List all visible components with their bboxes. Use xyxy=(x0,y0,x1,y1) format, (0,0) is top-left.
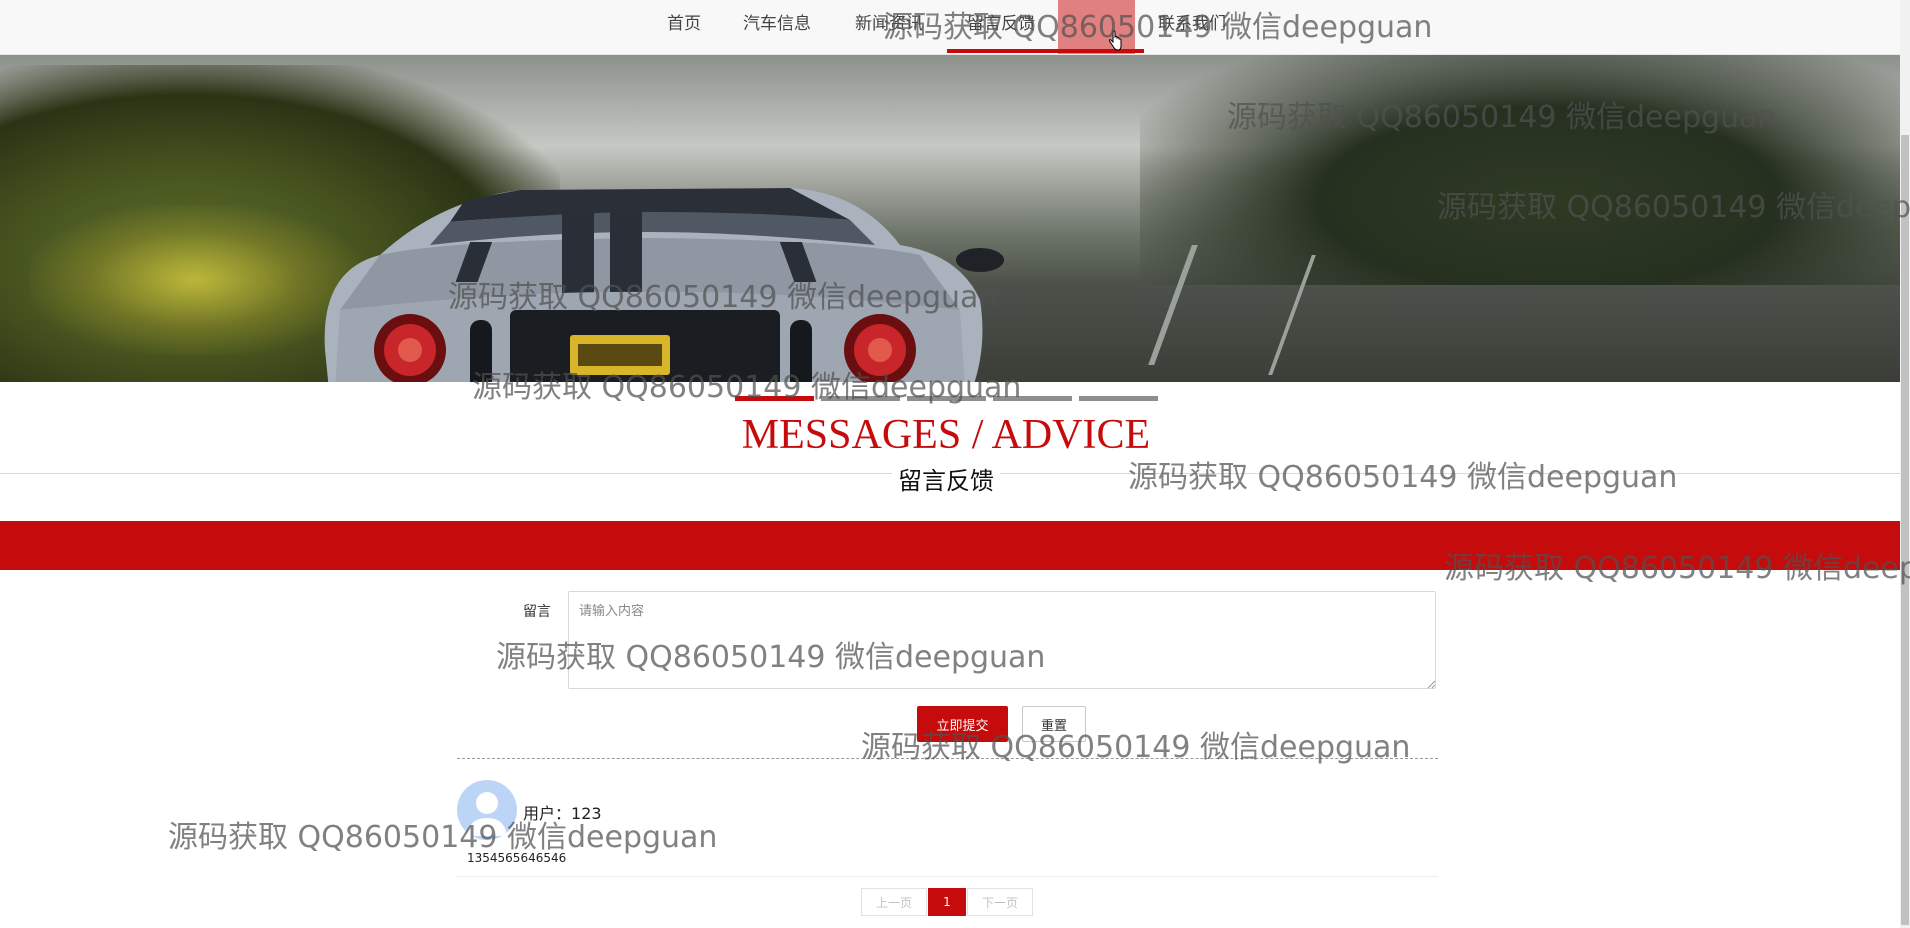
nav-item-cars[interactable]: 汽车信息 xyxy=(743,0,811,54)
carousel-dot[interactable] xyxy=(993,396,1072,401)
nav-item-messages[interactable]: 留言反馈 xyxy=(967,0,1035,54)
banner-flowers xyxy=(30,205,360,355)
message-label: 留言 xyxy=(523,604,551,620)
nav-hover-highlight xyxy=(1058,0,1135,54)
watermark-text: 源码获取 QQ86050149 微信deepguan xyxy=(168,820,718,855)
comment-username: 123 xyxy=(571,804,602,823)
top-navbar: 首页 汽车信息 新闻资讯 留言反馈 联系我们 xyxy=(0,0,1900,55)
section-red-bar xyxy=(0,521,1900,570)
scrollbar-thumb[interactable] xyxy=(1901,135,1909,925)
section-title-en: MESSAGES / ADVICE xyxy=(741,412,1151,458)
reset-button[interactable]: 重置 xyxy=(1022,706,1086,742)
hero-banner[interactable] xyxy=(0,55,1900,382)
nav-item-news[interactable]: 新闻资讯 xyxy=(855,0,923,54)
car-image xyxy=(324,188,1004,382)
comment-content: 1354565646546 xyxy=(467,851,567,865)
pager-page-current[interactable]: 1 xyxy=(928,888,966,916)
user-avatar-icon xyxy=(467,792,507,836)
comment-user-label: 用户： xyxy=(523,804,572,823)
comment-divider xyxy=(457,876,1438,877)
carousel-dot[interactable] xyxy=(1079,396,1158,401)
mouse-cursor-icon xyxy=(1108,30,1122,51)
resize-grip-icon[interactable] xyxy=(1426,679,1436,689)
form-divider xyxy=(457,758,1438,759)
comment-user: 用户：123 xyxy=(523,800,602,824)
message-textarea[interactable] xyxy=(568,591,1436,689)
nav-item-home[interactable]: 首页 xyxy=(667,0,701,54)
nav-item-contact[interactable]: 联系我们 xyxy=(1158,0,1226,54)
carousel-dot[interactable] xyxy=(821,396,900,401)
submit-button[interactable]: 立即提交 xyxy=(917,706,1008,742)
page-scrollbar[interactable] xyxy=(1900,0,1910,928)
section-title-cn: 留言反馈 xyxy=(0,461,1892,496)
carousel-dot[interactable] xyxy=(735,396,814,401)
carousel-dot[interactable] xyxy=(907,396,986,401)
pager-next-button[interactable]: 下一页 xyxy=(967,888,1033,916)
avatar xyxy=(457,780,517,840)
pager-prev-button[interactable]: 上一页 xyxy=(861,888,927,916)
section-title-cn-text: 留言反馈 xyxy=(892,467,1000,495)
